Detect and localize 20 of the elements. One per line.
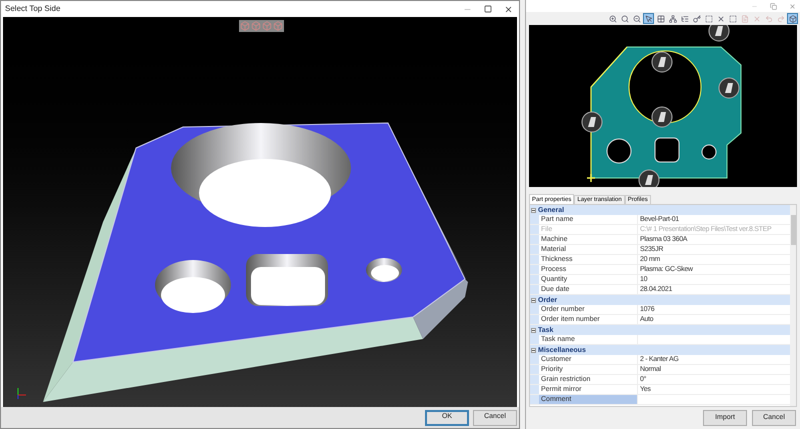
collapse-icon[interactable] — [531, 208, 536, 212]
zoom-in-tool-icon[interactable] — [607, 13, 618, 24]
window-title: Select Top Side — [5, 3, 60, 15]
collapse-icon[interactable] — [531, 298, 536, 302]
collapse-icon[interactable] — [531, 348, 536, 352]
zoom-tool-icon[interactable] — [619, 13, 630, 24]
cube-tool-icon[interactable] — [787, 13, 798, 24]
axis-indicator-icon — [16, 387, 28, 399]
key-tool-icon[interactable] — [691, 13, 702, 24]
marquee-tool-icon[interactable] — [703, 13, 714, 24]
maximize-icon[interactable] — [484, 5, 492, 13]
collapse-icon[interactable] — [531, 328, 536, 332]
pointer-tool-icon[interactable] — [643, 13, 654, 24]
grid-tool-icon[interactable] — [655, 13, 666, 24]
restore-icon[interactable] — [770, 2, 777, 10]
marquee-tool-icon[interactable] — [727, 13, 738, 24]
tree-tool-icon[interactable] — [667, 13, 678, 24]
zoom-out-tool-icon[interactable] — [631, 13, 642, 24]
close-icon[interactable] — [504, 4, 513, 14]
scrollbar[interactable] — [790, 205, 796, 406]
